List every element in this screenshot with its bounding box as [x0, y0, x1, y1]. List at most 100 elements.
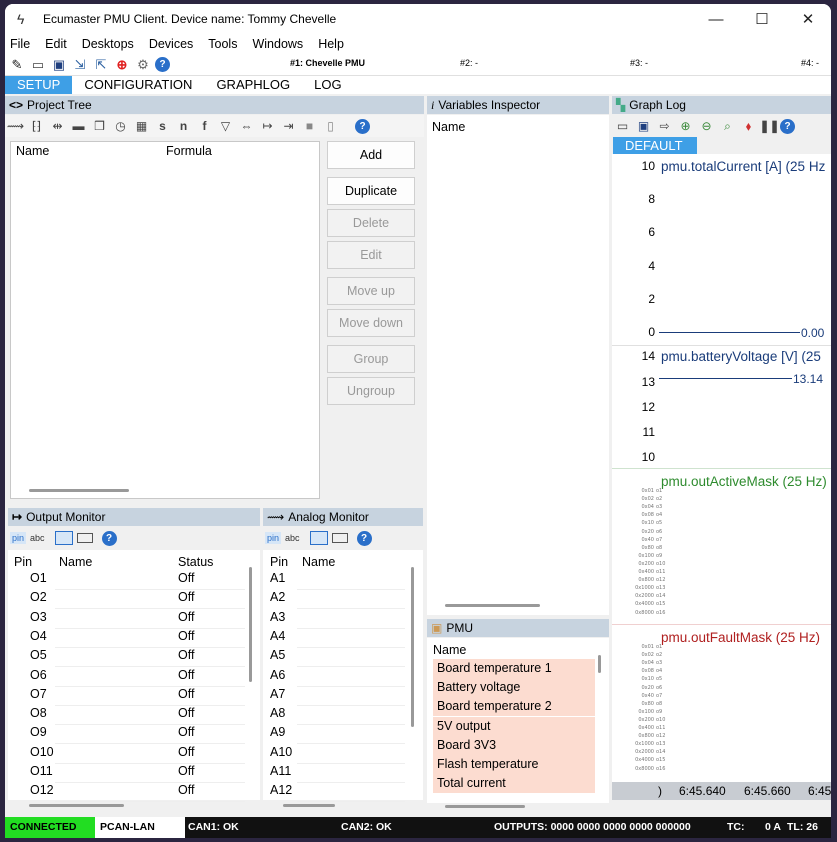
menu-devices[interactable]: Devices	[149, 37, 193, 51]
device-tab-1[interactable]: #1: Chevelle PMU	[290, 58, 365, 68]
menu-help[interactable]: Help	[318, 37, 344, 51]
pmu-hscrollbar[interactable]	[445, 805, 525, 808]
signal-icon[interactable]: ⟿	[5, 119, 26, 133]
add-button[interactable]: Add	[327, 141, 415, 169]
device-tab-4[interactable]: #4: -	[801, 58, 819, 68]
save-icon[interactable]: ▣	[50, 56, 68, 74]
pmu-channel-row[interactable]: Board 3V3	[433, 735, 595, 755]
stop-icon[interactable]: ⊕	[113, 56, 131, 74]
project-tree-hscrollbar[interactable]	[29, 489, 129, 492]
tab-setup[interactable]: SETUP	[5, 76, 73, 94]
pmu-channel-row[interactable]: Board temperature 2	[433, 697, 595, 717]
analog-wide-view-icon[interactable]	[331, 533, 348, 543]
timer-icon[interactable]: ◷	[110, 119, 131, 133]
title-bar: ϟ Ecumaster PMU Client. Device name: Tom…	[5, 4, 831, 34]
name-view-toggle[interactable]: abc	[28, 532, 47, 544]
table-icon[interactable]: ▦	[131, 119, 152, 133]
wide-view-icon[interactable]	[76, 533, 93, 543]
analog-pin-view-toggle[interactable]: pin	[265, 532, 282, 544]
variables-hscrollbar[interactable]	[445, 604, 540, 607]
analog-compact-view-icon[interactable]	[309, 531, 328, 545]
variables-inspector-list[interactable]	[427, 115, 609, 615]
project-tree-list[interactable]	[10, 141, 320, 499]
device-tab-2[interactable]: #2: -	[460, 58, 478, 68]
clear-icon[interactable]: ⬧	[738, 119, 759, 134]
pmu-channel-row[interactable]: Board temperature 1	[433, 659, 595, 678]
zoom-out-icon[interactable]: ⊖	[696, 119, 717, 133]
delete-button[interactable]: Delete	[327, 209, 415, 237]
zoom-in-icon[interactable]: ⊕	[675, 119, 696, 133]
menu-tools[interactable]: Tools	[208, 37, 237, 51]
tc-value: 0 A	[765, 821, 781, 833]
pmu-channel-row[interactable]: 5V output	[433, 716, 595, 736]
settings-gear-icon[interactable]: ⚙	[134, 56, 152, 74]
io-icon[interactable]: ⇥	[278, 119, 299, 133]
edit-button[interactable]: Edit	[327, 241, 415, 269]
output-monitor-help-icon[interactable]: ?	[101, 530, 117, 546]
move-down-button[interactable]: Move down	[327, 309, 415, 337]
table-row	[297, 612, 405, 629]
graph-save-icon[interactable]: ▣	[633, 119, 654, 133]
pmu-channel-row[interactable]: Flash temperature	[433, 755, 595, 774]
pin-view-toggle[interactable]: pin	[10, 532, 27, 544]
filter-icon[interactable]: ▽	[215, 119, 236, 133]
pmu-channel-row[interactable]: Battery voltage	[433, 678, 595, 698]
write-device-icon[interactable]: ⇱	[92, 56, 110, 74]
output-monitor-vscrollbar[interactable]	[249, 567, 252, 682]
help-icon[interactable]: ?	[155, 57, 170, 72]
new-project-icon[interactable]: ✎	[8, 56, 26, 74]
analog-name-view-toggle[interactable]: abc	[283, 532, 302, 544]
analog-monitor-vscrollbar[interactable]	[411, 567, 414, 727]
pause-icon[interactable]: ❚❚	[759, 119, 780, 133]
compact-view-icon[interactable]	[54, 531, 73, 545]
can-icon[interactable]: ▬	[68, 119, 89, 133]
minimize-icon[interactable]: —	[693, 4, 739, 34]
menu-desktops[interactable]: Desktops	[82, 37, 134, 51]
analog-monitor-title: Analog Monitor	[288, 510, 369, 524]
bracket-icon[interactable]: ⁅⁆	[26, 119, 47, 133]
tab-configuration[interactable]: CONFIGURATION	[72, 76, 204, 94]
tab-graphlog[interactable]: GRAPHLOG	[204, 76, 302, 94]
number-n-icon[interactable]: n	[173, 119, 194, 133]
project-tree-help-icon[interactable]: ?	[355, 118, 370, 134]
zoom-fit-icon[interactable]: ⌕	[717, 119, 738, 134]
graph-export-icon[interactable]: ⇨	[654, 119, 675, 133]
close-icon[interactable]: ✕	[785, 4, 831, 34]
maximize-icon[interactable]: ☐	[739, 4, 785, 34]
split-icon[interactable]: ⇹	[47, 119, 68, 133]
pmu-vscrollbar[interactable]	[598, 655, 601, 673]
device-tab-3[interactable]: #3: -	[630, 58, 648, 68]
function-f-icon[interactable]: f	[194, 119, 215, 133]
menu-windows[interactable]: Windows	[252, 37, 303, 51]
menu-edit[interactable]: Edit	[45, 37, 67, 51]
folder-icon[interactable]: ■	[299, 119, 320, 133]
duplicate-button[interactable]: Duplicate	[327, 177, 415, 205]
move-up-button[interactable]: Move up	[327, 277, 415, 305]
project-tree-title: Project Tree	[27, 98, 92, 112]
switch-s-icon[interactable]: s	[152, 119, 173, 133]
total-current-value-label: 0.00	[801, 326, 825, 340]
graph-help-icon[interactable]: ?	[780, 118, 795, 134]
cube-icon[interactable]: ❒	[89, 119, 110, 133]
mask-output-label: o11	[656, 569, 666, 575]
analog-monitor-help-icon[interactable]: ?	[356, 530, 372, 546]
y-tick: 11	[642, 425, 655, 439]
output-status: Off	[178, 783, 195, 798]
menu-file[interactable]: File	[10, 37, 30, 51]
group-button[interactable]: Group	[327, 345, 415, 373]
arrows-icon[interactable]: ⇔	[236, 119, 257, 133]
graph-divider	[612, 345, 831, 346]
tab-log[interactable]: LOG	[302, 76, 353, 94]
graph-log-header: ▚ Graph Log	[612, 96, 831, 114]
output-arrow-icon[interactable]: ↦	[257, 119, 278, 133]
ungroup-button[interactable]: Ungroup	[327, 377, 415, 405]
read-device-icon[interactable]: ⇲	[71, 56, 89, 74]
pmu-channel-row[interactable]: Total current	[433, 774, 595, 794]
analog-col-name: Name	[302, 555, 336, 569]
document-icon[interactable]: ▯	[320, 119, 341, 133]
analog-monitor-hscrollbar[interactable]	[283, 804, 335, 807]
open-folder-icon[interactable]: ▭	[29, 56, 47, 74]
graph-open-icon[interactable]: ▭	[612, 119, 633, 133]
default-preset-tab[interactable]: DEFAULT	[613, 137, 697, 154]
output-monitor-hscrollbar[interactable]	[29, 804, 124, 807]
